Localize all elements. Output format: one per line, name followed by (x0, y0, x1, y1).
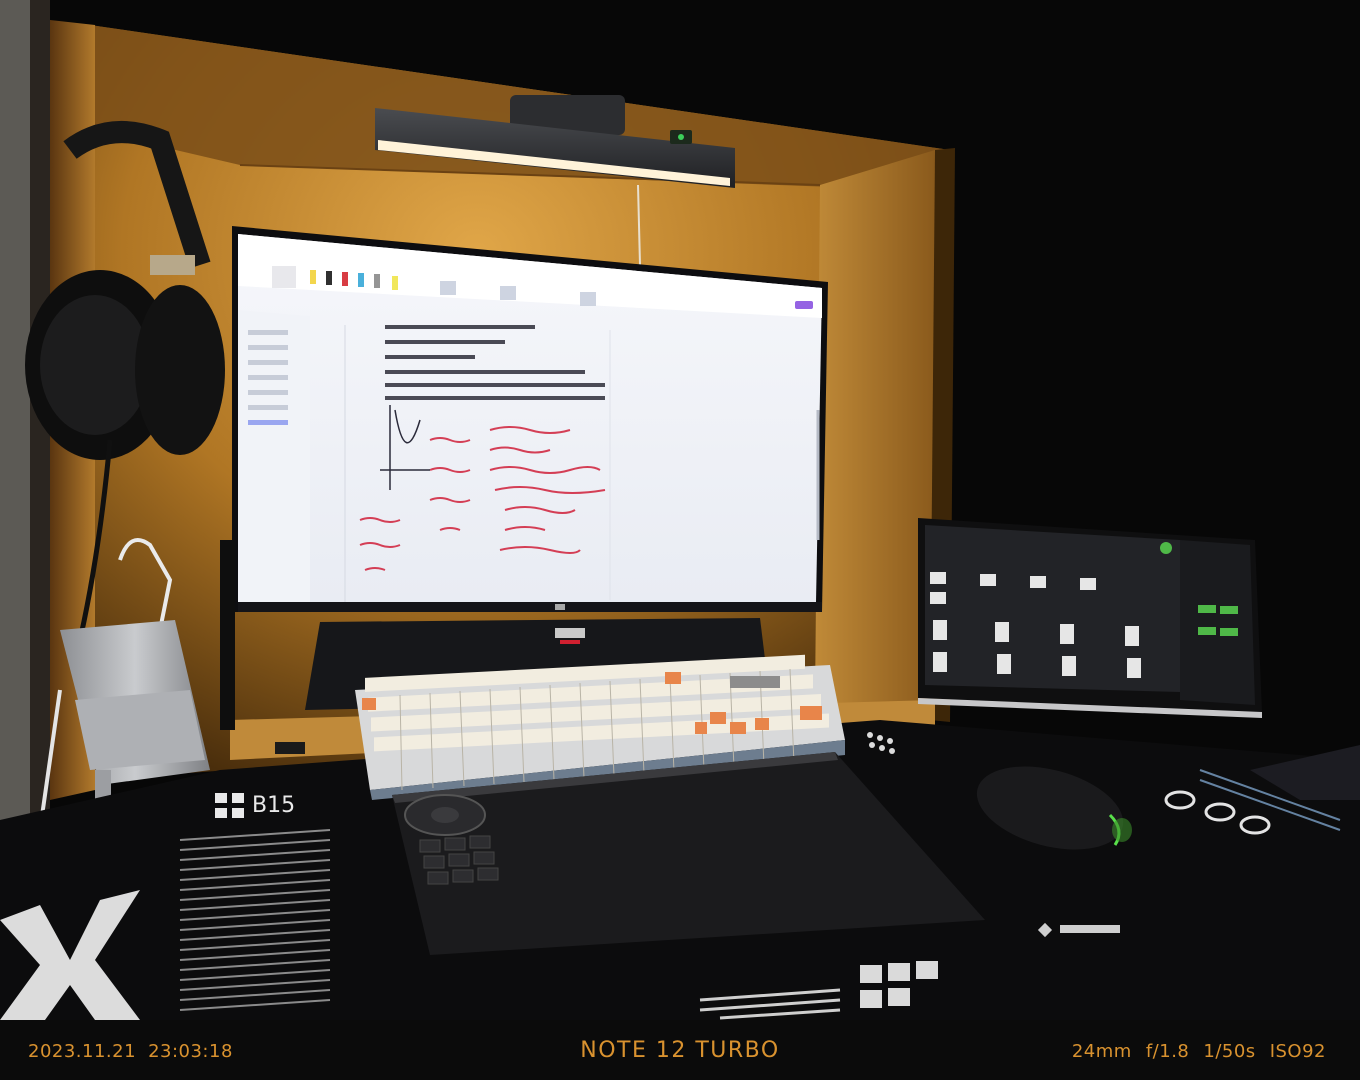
monitor (232, 226, 828, 710)
portable-display (918, 518, 1262, 718)
iso-value: ISO92 (1269, 1041, 1326, 1062)
shutter-speed: 1/50s (1203, 1041, 1256, 1062)
photo-watermark-bar: 2023.11.21 23:03:18 NOTE 12 TURBO 24mm f/1… (0, 1020, 1360, 1080)
desk-setup-photo: B15 (0, 0, 1360, 1020)
focal-length: 24mm (1071, 1041, 1132, 1062)
mat-label: B15 (252, 793, 295, 818)
aperture: f/1.8 (1145, 1041, 1190, 1062)
exif-info: 24mm f/1.8 1/50s ISO92 (1058, 1041, 1326, 1062)
